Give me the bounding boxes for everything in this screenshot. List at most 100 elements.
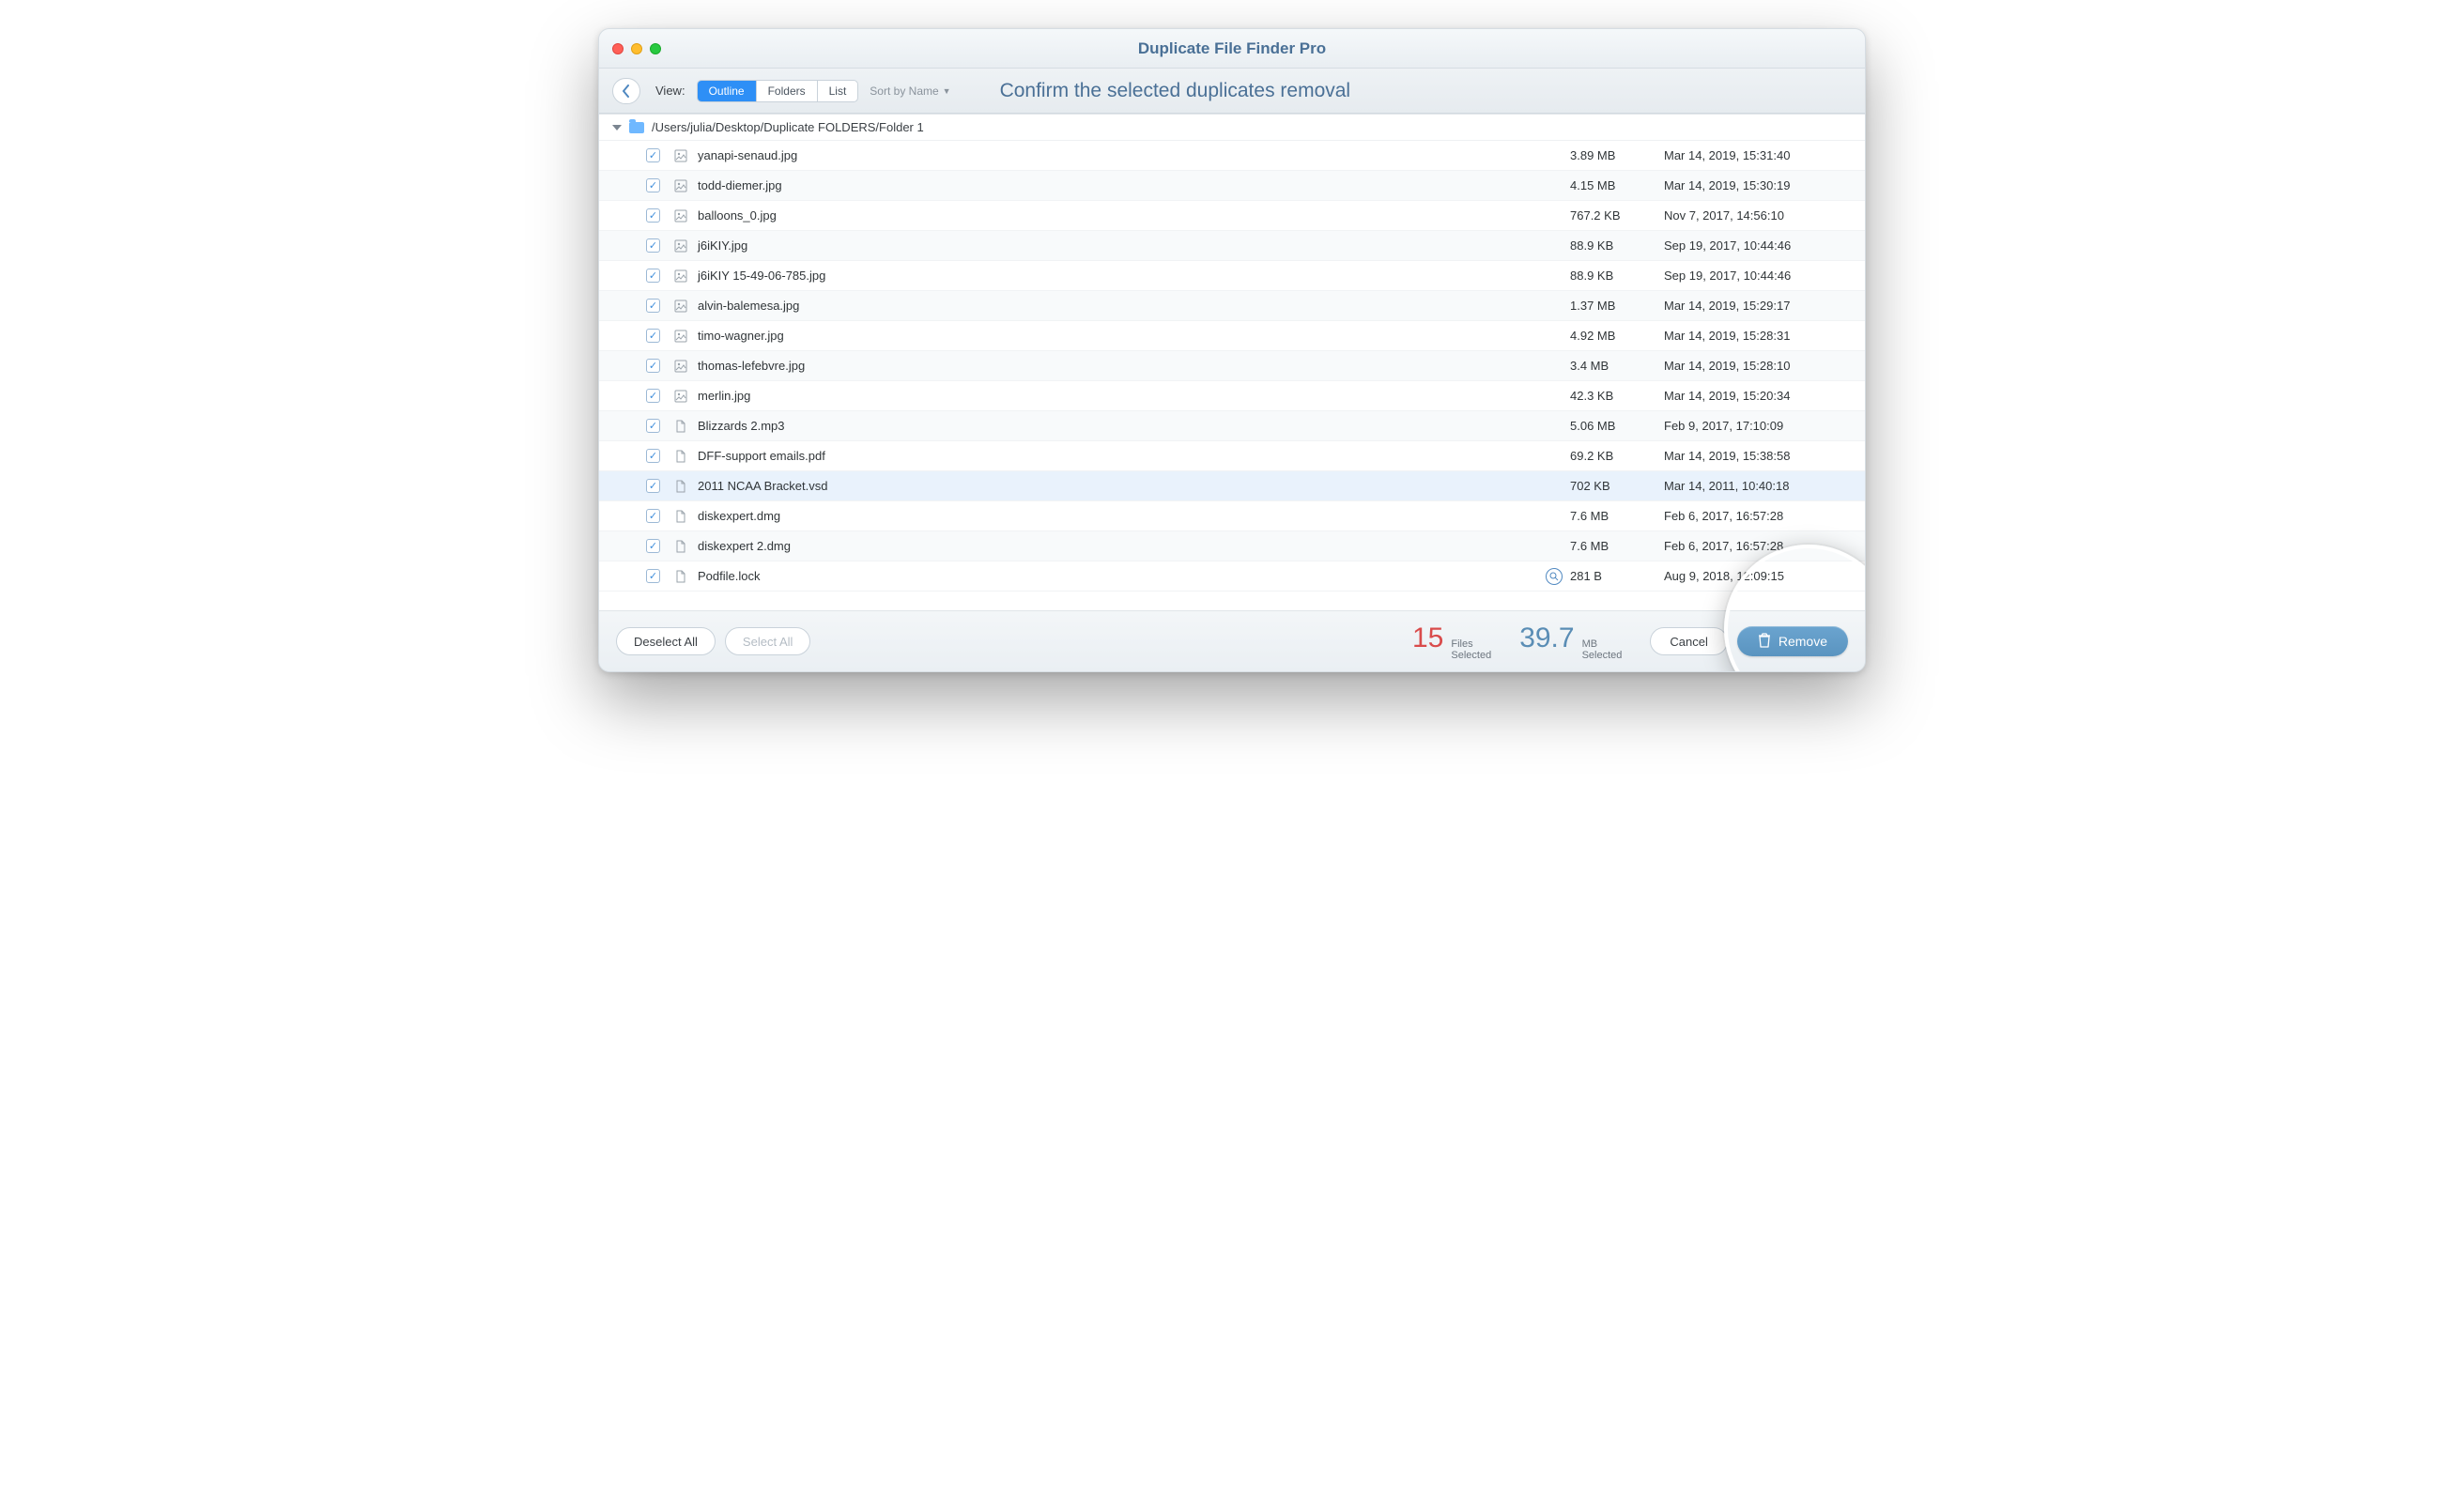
file-row[interactable]: ✓Blizzards 2.mp35.06 MBFeb 9, 2017, 17:1… xyxy=(599,411,1865,441)
file-name: Podfile.lock xyxy=(698,569,1546,583)
disclosure-triangle-icon[interactable] xyxy=(612,125,622,131)
file-date: Feb 6, 2017, 16:57:28 xyxy=(1664,509,1852,523)
file-name: merlin.jpg xyxy=(698,389,1570,403)
titlebar: Duplicate File Finder Pro xyxy=(599,29,1865,69)
image-file-icon xyxy=(673,299,688,314)
file-size: 88.9 KB xyxy=(1570,269,1664,283)
select-all-button[interactable]: Select All xyxy=(725,627,810,655)
file-list: /Users/julia/Desktop/Duplicate FOLDERS/F… xyxy=(599,114,1865,611)
file-name: j6iKIY 15-49-06-785.jpg xyxy=(698,269,1570,283)
generic-file-icon xyxy=(673,539,688,554)
file-checkbox[interactable]: ✓ xyxy=(646,479,660,493)
file-row[interactable]: ✓alvin-balemesa.jpg1.37 MBMar 14, 2019, … xyxy=(599,291,1865,321)
file-date: Mar 14, 2019, 15:31:40 xyxy=(1664,148,1852,162)
image-file-icon xyxy=(673,208,688,223)
file-row[interactable]: ✓ todd-diemer.jpg4.15 MBMar 14, 2019, 15:… xyxy=(599,171,1865,201)
file-size: 42.3 KB xyxy=(1570,389,1664,403)
file-name: thomas-lefebvre.jpg xyxy=(698,359,1570,373)
file-row[interactable]: ✓ balloons_0.jpg767.2 KBNov 7, 2017, 14:5… xyxy=(599,201,1865,231)
file-checkbox[interactable]: ✓ xyxy=(646,359,660,373)
file-size: 7.6 MB xyxy=(1570,539,1664,553)
file-date: Sep 19, 2017, 10:44:46 xyxy=(1664,238,1852,253)
file-date: Aug 9, 2018, 12:09:15 xyxy=(1664,569,1852,583)
generic-file-icon xyxy=(673,419,688,434)
file-row[interactable]: ✓yanapi-senaud.jpg3.89 MBMar 14, 2019, 1… xyxy=(599,141,1865,171)
file-checkbox[interactable]: ✓ xyxy=(646,449,660,463)
image-file-icon xyxy=(673,359,688,374)
file-row[interactable]: ✓ j6iKIY 15-49-06-785.jpg88.9 KBSep 19, 2… xyxy=(599,261,1865,291)
back-button[interactable] xyxy=(612,78,640,104)
file-date: Feb 9, 2017, 17:10:09 xyxy=(1664,419,1852,433)
file-name: alvin-balemesa.jpg xyxy=(698,299,1570,313)
reveal-in-finder-icon[interactable] xyxy=(1546,568,1563,585)
view-label: View: xyxy=(655,84,685,98)
file-checkbox[interactable]: ✓ xyxy=(646,329,660,343)
image-file-icon xyxy=(673,269,688,284)
generic-file-icon xyxy=(673,569,688,584)
view-list-tab[interactable]: List xyxy=(818,81,858,101)
file-checkbox[interactable]: ✓ xyxy=(646,148,660,162)
size-selected-stat: 39.7 MB Selected xyxy=(1519,622,1622,661)
file-row[interactable]: ✓Podfile.lock281 BAug 9, 2018, 12:09:15 xyxy=(599,561,1865,592)
file-checkbox[interactable]: ✓ xyxy=(646,389,660,403)
file-checkbox[interactable]: ✓ xyxy=(646,569,660,583)
file-row[interactable]: ✓timo-wagner.jpg4.92 MBMar 14, 2019, 15:… xyxy=(599,321,1865,351)
app-title: Duplicate File Finder Pro xyxy=(599,39,1865,58)
file-name: Blizzards 2.mp3 xyxy=(698,419,1570,433)
generic-file-icon xyxy=(673,509,688,524)
file-size: 3.4 MB xyxy=(1570,359,1664,373)
file-date: Mar 14, 2019, 15:38:58 xyxy=(1664,449,1852,463)
file-row[interactable]: ✓2011 NCAA Bracket.vsd702 KBMar 14, 2011… xyxy=(599,471,1865,501)
files-selected-count: 15 xyxy=(1412,622,1443,654)
zoom-window-button[interactable] xyxy=(650,43,661,54)
file-checkbox[interactable]: ✓ xyxy=(646,419,660,433)
file-checkbox[interactable]: ✓ xyxy=(646,509,660,523)
file-size: 4.15 MB xyxy=(1570,178,1664,192)
file-checkbox[interactable]: ✓ xyxy=(646,269,660,283)
file-size: 767.2 KB xyxy=(1570,208,1664,223)
file-name: diskexpert.dmg xyxy=(698,509,1570,523)
deselect-all-button[interactable]: Deselect All xyxy=(616,627,716,655)
file-row[interactable]: ✓diskexpert.dmg7.6 MBFeb 6, 2017, 16:57:… xyxy=(599,501,1865,531)
file-row[interactable]: ✓ merlin.jpg42.3 KBMar 14, 2019, 15:20:34 xyxy=(599,381,1865,411)
generic-file-icon xyxy=(673,449,688,464)
sort-dropdown[interactable]: Sort by Name ▼ xyxy=(870,85,950,98)
file-row[interactable]: ✓j6iKIY.jpg88.9 KBSep 19, 2017, 10:44:46 xyxy=(599,231,1865,261)
cancel-button[interactable]: Cancel xyxy=(1650,627,1727,655)
file-checkbox[interactable]: ✓ xyxy=(646,178,660,192)
close-window-button[interactable] xyxy=(612,43,624,54)
file-checkbox[interactable]: ✓ xyxy=(646,299,660,313)
file-row[interactable]: ✓DFF-support emails.pdf69.2 KBMar 14, 20… xyxy=(599,441,1865,471)
file-checkbox[interactable]: ✓ xyxy=(646,238,660,253)
size-selected-value: 39.7 xyxy=(1519,622,1574,654)
file-name: yanapi-senaud.jpg xyxy=(698,148,1570,162)
file-name: todd-diemer.jpg xyxy=(698,178,1570,192)
file-row[interactable]: ✓thomas-lefebvre.jpg3.4 MBMar 14, 2019, … xyxy=(599,351,1865,381)
files-selected-stat: 15 Files Selected xyxy=(1412,622,1491,661)
view-folders-tab[interactable]: Folders xyxy=(757,81,818,101)
file-size: 4.92 MB xyxy=(1570,329,1664,343)
app-window: Duplicate File Finder Pro View: Outline … xyxy=(598,28,1866,672)
file-name: 2011 NCAA Bracket.vsd xyxy=(698,479,1570,493)
file-size: 702 KB xyxy=(1570,479,1664,493)
view-outline-tab[interactable]: Outline xyxy=(698,81,757,101)
folder-header[interactable]: /Users/julia/Desktop/Duplicate FOLDERS/F… xyxy=(599,115,1865,141)
remove-button[interactable]: Remove xyxy=(1737,626,1848,656)
file-size: 1.37 MB xyxy=(1570,299,1664,313)
file-date: Sep 19, 2017, 10:44:46 xyxy=(1664,269,1852,283)
file-checkbox[interactable]: ✓ xyxy=(646,208,660,223)
folder-path: /Users/julia/Desktop/Duplicate FOLDERS/F… xyxy=(652,120,924,134)
remove-label: Remove xyxy=(1779,634,1827,649)
file-row[interactable]: ✓diskexpert 2.dmg7.6 MBFeb 6, 2017, 16:5… xyxy=(599,531,1865,561)
file-name: balloons_0.jpg xyxy=(698,208,1570,223)
folder-icon xyxy=(629,122,644,133)
file-size: 69.2 KB xyxy=(1570,449,1664,463)
file-date: Mar 14, 2019, 15:30:19 xyxy=(1664,178,1852,192)
image-file-icon xyxy=(673,329,688,344)
file-name: diskexpert 2.dmg xyxy=(698,539,1570,553)
file-date: Mar 14, 2019, 15:20:34 xyxy=(1664,389,1852,403)
file-date: Nov 7, 2017, 14:56:10 xyxy=(1664,208,1852,223)
file-checkbox[interactable]: ✓ xyxy=(646,539,660,553)
minimize-window-button[interactable] xyxy=(631,43,642,54)
file-date: Mar 14, 2019, 15:28:31 xyxy=(1664,329,1852,343)
